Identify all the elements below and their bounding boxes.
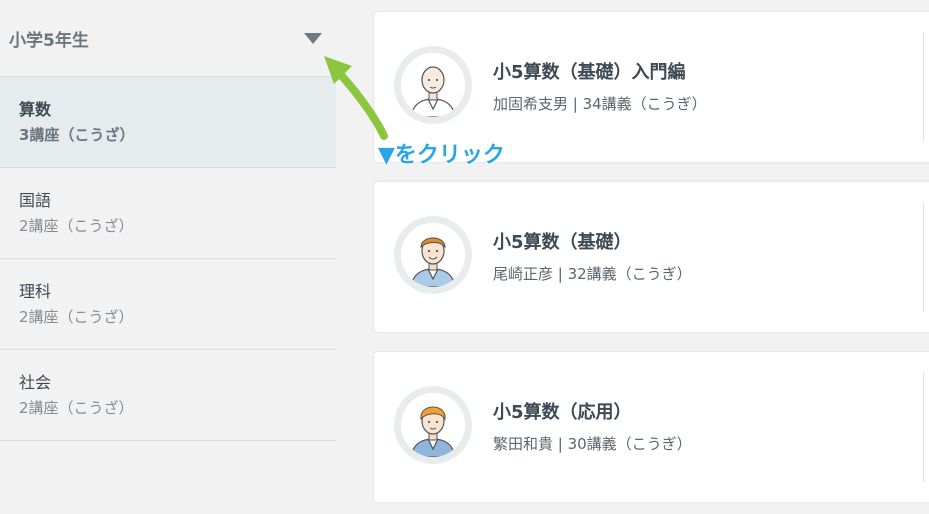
sidebar-item-science[interactable]: 理科 2講座（こうざ） [0, 259, 336, 350]
course-meta: 加固希支男 | 34講義（こうぎ） [493, 95, 707, 113]
course-card[interactable]: 小5算数（応用） 繁田和貴 | 30講義（こうぎ） [374, 352, 929, 502]
dropdown-caret-icon[interactable] [304, 32, 322, 44]
card-divider [923, 32, 924, 142]
subject-course-count: 2講座（こうざ） [19, 217, 134, 235]
course-card[interactable]: 小5算数（基礎） 尾崎正彦 | 32講義（こうぎ） [374, 182, 929, 332]
course-title: 小5算数（基礎）入門編 [493, 62, 686, 83]
subject-sidebar: 小学5年生 算数 3講座（こうざ） 国語 2講座（こうざ） 理科 2講座（こうざ… [0, 0, 336, 514]
subject-name: 理科 [19, 282, 52, 301]
annotation-label: ▼をクリック [378, 143, 505, 168]
teacher-avatar [394, 46, 472, 124]
card-divider [923, 202, 924, 312]
course-title: 小5算数（応用） [493, 402, 632, 423]
sidebar-item-social-studies[interactable]: 社会 2講座（こうざ） [0, 350, 336, 441]
subject-course-count: 3講座（こうざ） [19, 126, 135, 144]
course-title: 小5算数（基礎） [493, 232, 632, 253]
subject-name: 国語 [19, 191, 52, 210]
grade-label: 小学5年生 [9, 30, 89, 51]
teacher-avatar [394, 216, 472, 294]
subject-course-count: 2講座（こうざ） [19, 399, 134, 417]
sidebar-item-japanese[interactable]: 国語 2講座（こうざ） [0, 168, 336, 259]
sidebar-item-math[interactable]: 算数 3講座（こうざ） [0, 77, 336, 168]
grade-dropdown[interactable]: 小学5年生 [0, 0, 336, 77]
subject-name: 社会 [19, 373, 52, 392]
subject-course-count: 2講座（こうざ） [19, 308, 134, 326]
annotation-arrow-icon [324, 56, 388, 140]
course-meta: 尾崎正彦 | 32講義（こうぎ） [493, 265, 692, 283]
subject-name: 算数 [19, 100, 52, 119]
teacher-avatar [394, 386, 472, 464]
course-meta: 繁田和貴 | 30講義（こうぎ） [493, 435, 692, 453]
card-divider [923, 372, 924, 482]
